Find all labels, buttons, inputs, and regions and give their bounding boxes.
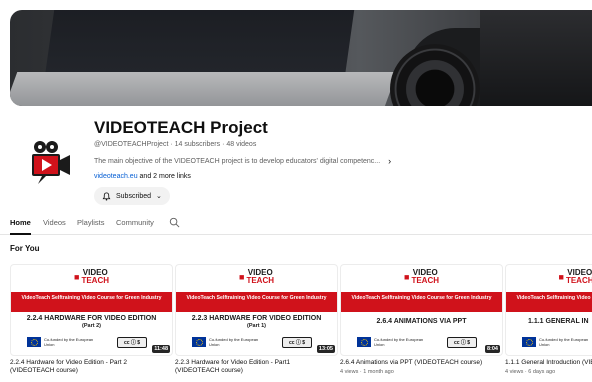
video-card[interactable]: ■ VIDEO TEACH VideoTeach Selftraining Vid…	[175, 264, 338, 377]
eu-funding-text: Co-funded by the European Union	[374, 337, 424, 347]
duration-badge: 13:05	[316, 345, 335, 353]
channel-avatar[interactable]	[28, 138, 74, 186]
tab-home[interactable]: Home	[10, 218, 31, 227]
eu-funding-text: Co-funded by the European Union	[539, 337, 589, 347]
thumbnail-subheading: (Part 1)	[247, 323, 266, 329]
videoteach-logo: ■ VIDEO TEACH	[239, 269, 274, 285]
channel-website-link[interactable]: videoteach.eu	[94, 173, 138, 180]
logo-bottom-text: TEACH	[246, 276, 274, 285]
eu-funding-text: Co-funded by the European Union	[44, 337, 94, 347]
video-title[interactable]: 2.2.4 Hardware for Video Edition - Part …	[10, 359, 170, 375]
thumbnail-heading: 1.1.1 GENERAL IN	[528, 318, 589, 325]
videoteach-logo: ■ VIDEO TEACH	[559, 269, 592, 285]
video-card[interactable]: ■ VIDEO TEACH VideoTeach Selftraining Vid…	[340, 264, 503, 375]
eu-flag-icon	[522, 337, 536, 347]
logo-bottom-text: TEACH	[411, 276, 439, 285]
video-thumbnail[interactable]: ■ VIDEO TEACH VideoTeach Selftraining Vid…	[10, 264, 173, 356]
cc-license-icon: cc ⓘ $	[282, 337, 312, 348]
tab-playlists[interactable]: Playlists	[77, 218, 105, 227]
channel-tabs: Home Videos Playlists Community	[0, 212, 592, 235]
videoteach-logo: ■ VIDEO TEACH	[404, 269, 439, 285]
videoteach-logo: ■ VIDEO TEACH	[74, 269, 109, 285]
channel-name: VIDEOTEACH Project	[94, 118, 268, 137]
video-thumbnail[interactable]: ■ VIDEO TEACH VideoTeach Selftraining Vid…	[175, 264, 338, 356]
logo-bottom-text: TEACH	[81, 276, 109, 285]
video-card[interactable]: ■ VIDEO TEACH VideoTeach Selftraining Vid…	[10, 264, 173, 377]
video-meta: 4 views · 1 month ago	[340, 369, 394, 375]
chevron-down-icon: ⌄	[156, 193, 162, 200]
channel-stats: @VIDEOTEACHProject · 14 subscribers · 48…	[94, 141, 257, 148]
eu-flag-icon	[27, 337, 41, 347]
active-tab-indicator	[10, 233, 31, 235]
thumbnail-subheading: (Part 2)	[82, 323, 101, 329]
eu-flag-icon	[192, 337, 206, 347]
search-icon[interactable]	[169, 217, 180, 228]
thumbnail-band: VideoTeach Selftraining Video Course for…	[341, 292, 502, 312]
eu-flag-icon	[357, 337, 371, 347]
tab-videos[interactable]: Videos	[43, 218, 66, 227]
video-card[interactable]: ■ VIDEO TEACH VideoTeach Selftraining Vid…	[505, 264, 592, 375]
camera-logo-icon: ■	[239, 272, 245, 282]
banner-keyboard	[10, 72, 398, 106]
camera-logo-icon: ■	[74, 272, 80, 282]
channel-banner	[10, 10, 592, 106]
chevron-right-icon[interactable]: ›	[388, 156, 391, 166]
video-title[interactable]: 2.6.4 Animations via PPT (VIDEOTEACH cou…	[340, 359, 500, 367]
section-title: For You	[10, 244, 40, 253]
subscribed-button[interactable]: Subscribed ⌄	[94, 187, 170, 205]
eu-funding-text: Co-funded by the European Union	[209, 337, 259, 347]
banner-laptop-screen	[44, 10, 356, 80]
duration-badge: 8:04	[484, 345, 500, 353]
camera-logo-icon: ■	[558, 272, 564, 282]
video-meta: 4 views · 6 days ago	[505, 369, 556, 375]
camera-logo-icon: ■	[404, 272, 410, 282]
video-camera-icon	[32, 141, 70, 184]
channel-links: videoteach.eu and 2 more links	[94, 173, 191, 180]
channel-description[interactable]: The main objective of the VIDEOTEACH pro…	[94, 156, 391, 166]
video-thumbnail[interactable]: ■ VIDEO TEACH VideoTeach Selftraining Vid…	[505, 264, 592, 356]
channel-description-text: The main objective of the VIDEOTEACH pro…	[94, 157, 381, 165]
thumbnail-heading: 2.2.4 HARDWARE FOR VIDEO EDITION	[26, 315, 157, 322]
thumbnail-heading: 2.6.4 ANIMATIONS VIA PPT	[376, 318, 467, 325]
banner-camera-top	[480, 10, 592, 106]
subscribed-label: Subscribed	[116, 192, 152, 200]
thumbnail-band: VideoTeach Selftraining Video Course for…	[11, 292, 172, 312]
thumbnail-band: VideoTeach Selftraining Video Course for…	[506, 292, 592, 312]
more-links-link[interactable]: and 2 more links	[138, 173, 191, 180]
video-thumbnail[interactable]: ■ VIDEO TEACH VideoTeach Selftraining Vid…	[340, 264, 503, 356]
video-title[interactable]: 2.2.3 Hardware for Video Edition - Part1…	[175, 359, 335, 375]
cc-license-icon: cc ⓘ $	[447, 337, 477, 348]
duration-badge: 11:48	[152, 345, 170, 353]
bell-icon	[102, 191, 111, 201]
video-title[interactable]: 1.1.1 General Introduction (VIE	[505, 359, 592, 367]
cc-license-icon: cc ⓘ $	[117, 337, 147, 348]
thumbnail-heading: 2.2.3 HARDWARE FOR VIDEO EDITION	[191, 315, 322, 322]
tab-community[interactable]: Community	[116, 218, 154, 227]
thumbnail-band: VideoTeach Selftraining Video Course for…	[176, 292, 337, 312]
logo-bottom-text: TEACH	[565, 276, 592, 285]
